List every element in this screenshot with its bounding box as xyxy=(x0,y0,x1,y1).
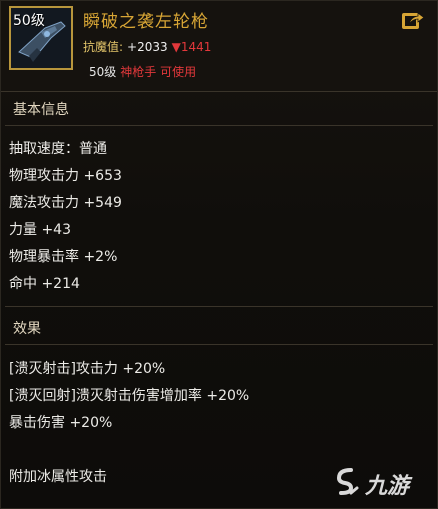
resist-label: 抗魔值: xyxy=(83,40,124,54)
watermark-logo-icon xyxy=(336,468,359,495)
item-header: 50级 瞬破之袭左轮枪 抗魔值: +2033 ▼1441 50级 神枪手 可使用 xyxy=(1,1,437,92)
basic-info-heading: 基本信息 xyxy=(13,102,69,118)
effect-line: 暴击伤害 +20% xyxy=(9,415,113,431)
item-level-badge: 50级 xyxy=(13,13,45,29)
requirement-row: 50级 神枪手 可使用 xyxy=(89,63,196,80)
resist-delta: ▼1441 xyxy=(172,40,212,54)
watermark: 九游 xyxy=(331,466,425,499)
extra-effect: 附加冰属性攻击 xyxy=(9,469,107,485)
divider xyxy=(5,344,433,345)
effects-heading: 效果 xyxy=(13,321,41,337)
stat-line: 抽取速度：普通 xyxy=(9,141,107,157)
watermark-text: 九游 xyxy=(365,474,410,499)
stat-line: 物理暴击率 +2% xyxy=(9,249,118,265)
resist-row: 抗魔值: +2033 ▼1441 xyxy=(83,38,211,55)
stat-line: 物理攻击力 +653 xyxy=(9,168,122,184)
stat-line: 命中 +214 xyxy=(9,276,80,292)
share-icon[interactable] xyxy=(401,9,425,31)
down-arrow-icon: ▼ xyxy=(171,40,181,54)
item-tooltip: 50级 瞬破之袭左轮枪 抗魔值: +2033 ▼1441 50级 神枪手 可使用 基本… xyxy=(0,0,438,509)
stat-line: 力量 +43 xyxy=(9,222,71,238)
item-icon-frame[interactable]: 50级 xyxy=(9,6,73,70)
resist-value: +2033 xyxy=(127,40,168,54)
resist-delta-value: 1441 xyxy=(180,40,212,54)
stat-line: 魔法攻击力 +549 xyxy=(9,195,122,211)
effect-line: [溃灭回射]溃灭射击伤害增加率 +20% xyxy=(9,388,250,404)
divider xyxy=(5,125,433,126)
effect-line: [溃灭射击]攻击力 +20% xyxy=(9,361,166,377)
item-title: 瞬破之袭左轮枪 xyxy=(83,12,209,32)
required-class: 神枪手 可使用 xyxy=(120,65,197,79)
required-level: 50级 xyxy=(89,65,117,79)
divider xyxy=(5,306,433,307)
